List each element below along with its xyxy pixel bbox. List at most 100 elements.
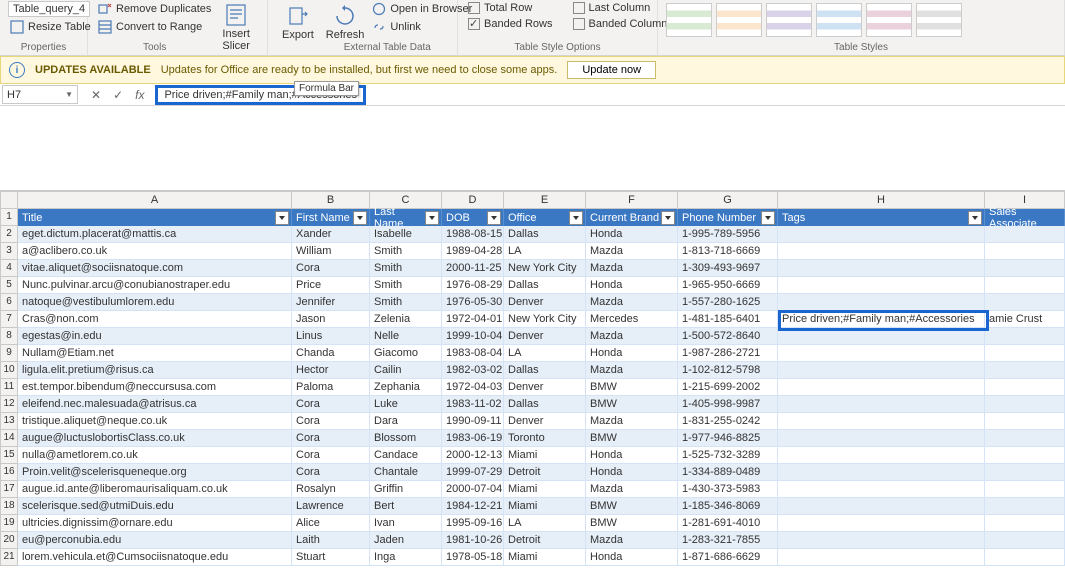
cell[interactable]: 1-430-373-5983 bbox=[678, 481, 778, 498]
cell[interactable]: 1-185-346-8069 bbox=[678, 498, 778, 515]
cell[interactable] bbox=[778, 260, 985, 277]
cell[interactable]: scelerisque.sed@utmiDuis.edu bbox=[18, 498, 292, 515]
cell[interactable]: New York City bbox=[504, 260, 586, 277]
filter-dropdown-icon[interactable] bbox=[761, 211, 775, 225]
cell[interactable]: Miami bbox=[504, 481, 586, 498]
cell[interactable] bbox=[985, 549, 1065, 566]
cell[interactable]: egestas@in.edu bbox=[18, 328, 292, 345]
filter-dropdown-icon[interactable] bbox=[968, 211, 982, 225]
cell[interactable]: BMW bbox=[586, 515, 678, 532]
table-style-swatch[interactable] bbox=[916, 3, 962, 37]
cell[interactable]: augue.id.ante@liberomaurisaliquam.co.uk bbox=[18, 481, 292, 498]
cell[interactable] bbox=[985, 260, 1065, 277]
cell[interactable] bbox=[778, 396, 985, 413]
cell[interactable]: Price driven;#Family man;#Accessories bbox=[778, 311, 985, 328]
total-row-checkbox[interactable]: Total Row bbox=[466, 1, 555, 15]
cell[interactable]: Jaden bbox=[370, 532, 442, 549]
cell[interactable]: Candace bbox=[370, 447, 442, 464]
row-header[interactable]: 16 bbox=[0, 464, 18, 481]
cell[interactable] bbox=[985, 294, 1065, 311]
cell[interactable]: Cora bbox=[292, 447, 370, 464]
banded-rows-checkbox[interactable]: Banded Rows bbox=[466, 17, 555, 31]
table-column-header[interactable]: Current Brand bbox=[586, 209, 678, 226]
filter-dropdown-icon[interactable] bbox=[275, 211, 289, 225]
cell[interactable]: Stuart bbox=[292, 549, 370, 566]
cell[interactable] bbox=[778, 243, 985, 260]
cell[interactable]: Denver bbox=[504, 413, 586, 430]
cell[interactable] bbox=[985, 532, 1065, 549]
cell[interactable]: 2000-12-13 bbox=[442, 447, 504, 464]
cell[interactable]: Denver bbox=[504, 294, 586, 311]
cell[interactable]: 1982-03-02 bbox=[442, 362, 504, 379]
cell[interactable]: 1-987-286-2721 bbox=[678, 345, 778, 362]
table-style-swatch[interactable] bbox=[816, 3, 862, 37]
column-header[interactable]: G bbox=[678, 191, 778, 209]
cell[interactable]: ligula.elit.pretium@risus.ca bbox=[18, 362, 292, 379]
cell[interactable] bbox=[985, 447, 1065, 464]
row-header[interactable]: 19 bbox=[0, 515, 18, 532]
cell[interactable]: Miami bbox=[504, 549, 586, 566]
cell[interactable] bbox=[985, 413, 1065, 430]
cell[interactable]: 1-977-946-8825 bbox=[678, 430, 778, 447]
cell[interactable]: Linus bbox=[292, 328, 370, 345]
update-now-button[interactable]: Update now bbox=[567, 61, 656, 79]
cell[interactable]: BMW bbox=[586, 498, 678, 515]
cell[interactable]: nulla@ametlorem.co.uk bbox=[18, 447, 292, 464]
cell[interactable] bbox=[985, 498, 1065, 515]
cell[interactable]: Paloma bbox=[292, 379, 370, 396]
cell[interactable]: Alice bbox=[292, 515, 370, 532]
cell[interactable]: LA bbox=[504, 345, 586, 362]
cell[interactable]: 1983-11-02 bbox=[442, 396, 504, 413]
cell[interactable]: 1983-08-04 bbox=[442, 345, 504, 362]
filter-dropdown-icon[interactable] bbox=[425, 211, 439, 225]
cell[interactable]: Dallas bbox=[504, 277, 586, 294]
cell[interactable] bbox=[985, 464, 1065, 481]
cell[interactable] bbox=[985, 379, 1065, 396]
cell[interactable]: 1989-04-28 bbox=[442, 243, 504, 260]
table-column-header[interactable]: Title bbox=[18, 209, 292, 226]
cell[interactable]: Toronto bbox=[504, 430, 586, 447]
cell[interactable]: Ivan bbox=[370, 515, 442, 532]
cell[interactable] bbox=[778, 549, 985, 566]
table-style-swatch[interactable] bbox=[766, 3, 812, 37]
cell[interactable]: Isabelle bbox=[370, 226, 442, 243]
cell[interactable] bbox=[778, 515, 985, 532]
cell[interactable]: Xander bbox=[292, 226, 370, 243]
row-header[interactable]: 17 bbox=[0, 481, 18, 498]
table-style-swatch[interactable] bbox=[666, 3, 712, 37]
row-header[interactable]: 3 bbox=[0, 243, 18, 260]
cell[interactable]: Mazda bbox=[586, 328, 678, 345]
cell[interactable]: Honda bbox=[586, 277, 678, 294]
cell[interactable]: amie Crust bbox=[985, 311, 1065, 328]
cell[interactable]: Mazda bbox=[586, 260, 678, 277]
cell[interactable]: 1-500-572-8640 bbox=[678, 328, 778, 345]
cell[interactable] bbox=[985, 481, 1065, 498]
cell[interactable]: Miami bbox=[504, 447, 586, 464]
cell[interactable]: BMW bbox=[586, 379, 678, 396]
cell[interactable] bbox=[778, 464, 985, 481]
row-header[interactable]: 15 bbox=[0, 447, 18, 464]
table-styles-gallery[interactable] bbox=[666, 1, 1056, 37]
cell[interactable]: Inga bbox=[370, 549, 442, 566]
cell[interactable] bbox=[778, 498, 985, 515]
cell[interactable]: Honda bbox=[586, 549, 678, 566]
cell[interactable]: Chantale bbox=[370, 464, 442, 481]
cell[interactable]: Mazda bbox=[586, 294, 678, 311]
cell[interactable]: Chanda bbox=[292, 345, 370, 362]
cell[interactable]: Bert bbox=[370, 498, 442, 515]
cell[interactable] bbox=[778, 430, 985, 447]
fx-button[interactable]: fx bbox=[132, 86, 147, 104]
cell[interactable]: Cora bbox=[292, 413, 370, 430]
cell[interactable]: 1-481-185-6401 bbox=[678, 311, 778, 328]
cell[interactable] bbox=[985, 226, 1065, 243]
cell[interactable]: Detroit bbox=[504, 532, 586, 549]
cell[interactable]: Zelenia bbox=[370, 311, 442, 328]
cell[interactable] bbox=[985, 430, 1065, 447]
cell[interactable]: Miami bbox=[504, 498, 586, 515]
column-header[interactable]: H bbox=[778, 191, 985, 209]
table-column-header[interactable]: Tags bbox=[778, 209, 985, 226]
resize-table-button[interactable]: Resize Table bbox=[8, 19, 79, 35]
row-header[interactable]: 2 bbox=[0, 226, 18, 243]
cell[interactable] bbox=[985, 328, 1065, 345]
cell[interactable]: 1983-06-19 bbox=[442, 430, 504, 447]
